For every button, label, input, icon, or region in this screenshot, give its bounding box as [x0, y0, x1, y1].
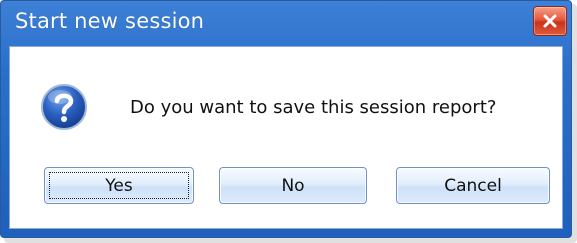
close-icon — [543, 14, 557, 28]
title-bar[interactable]: Start new session — [1, 1, 571, 45]
cancel-button-label: Cancel — [444, 175, 502, 196]
dialog-window: Start new session Do you want to save th… — [0, 0, 572, 238]
cancel-button[interactable]: Cancel — [396, 167, 550, 204]
dialog-title: Start new session — [15, 9, 205, 33]
question-icon — [41, 84, 87, 130]
dialog-body: Do you want to save this session report?… — [9, 46, 563, 229]
dialog-message: Do you want to save this session report? — [130, 97, 497, 118]
focus-ring — [49, 172, 189, 199]
close-button[interactable] — [533, 6, 567, 36]
no-button-label: No — [281, 175, 305, 196]
no-button[interactable]: No — [219, 167, 367, 204]
yes-button[interactable]: Yes — [44, 167, 194, 204]
